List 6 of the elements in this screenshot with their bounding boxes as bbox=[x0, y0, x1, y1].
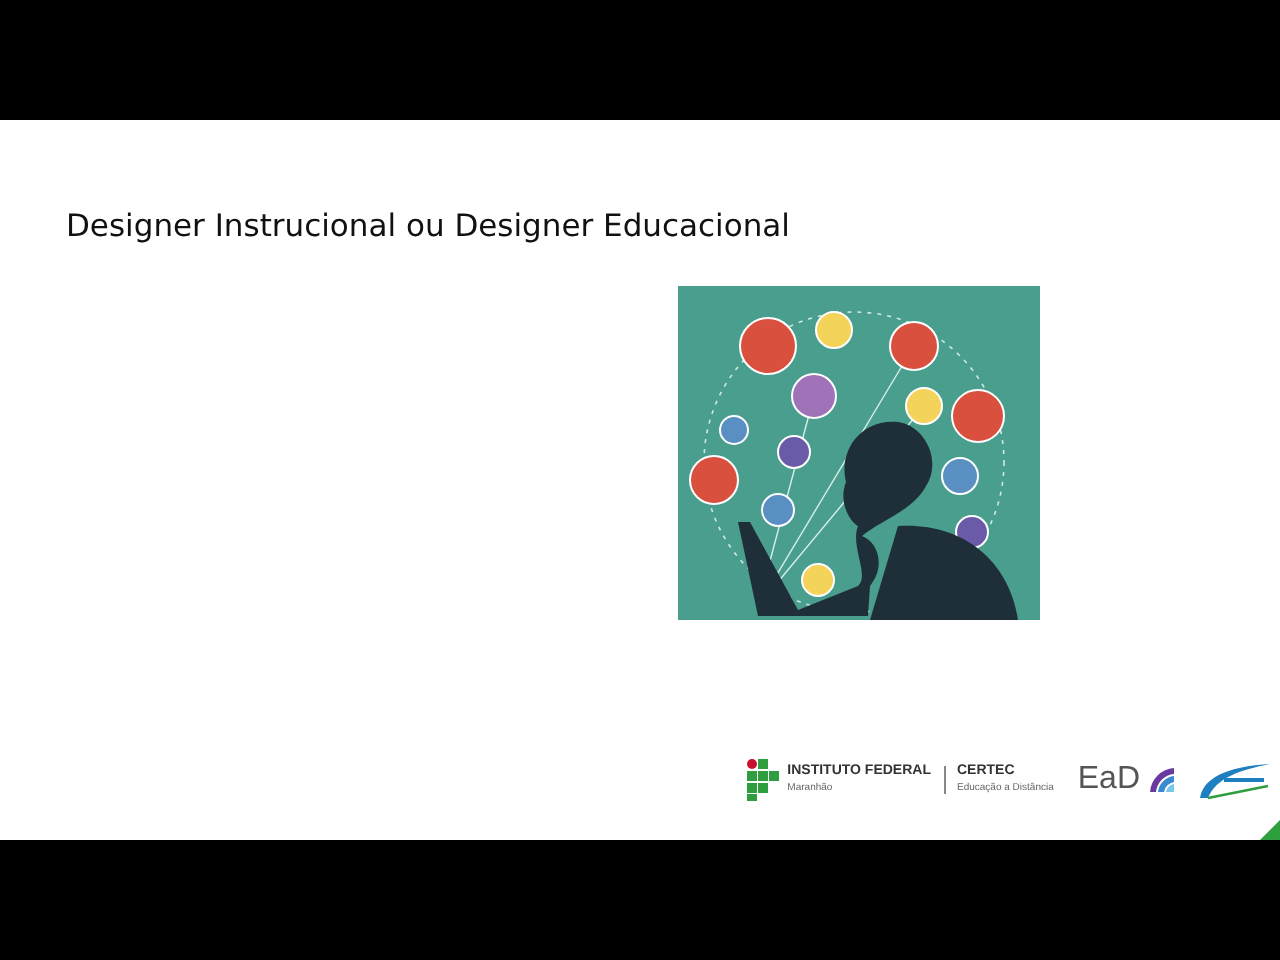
ead-logo-text: EaD bbox=[1077, 762, 1140, 798]
signal-arcs-icon bbox=[1148, 764, 1176, 796]
university-logo-icon bbox=[1196, 758, 1272, 802]
slide-title: Designer Instrucional ou Designer Educacional bbox=[66, 206, 792, 246]
corner-triangle-icon bbox=[1260, 820, 1280, 840]
institute-logo-icon bbox=[745, 758, 780, 802]
